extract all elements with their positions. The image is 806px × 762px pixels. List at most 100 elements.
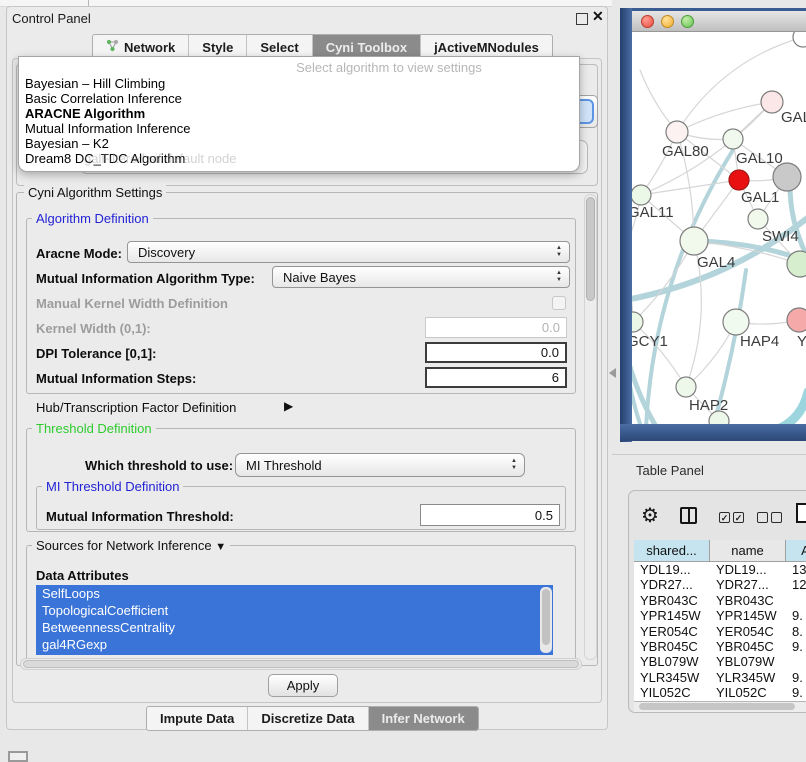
mi-type-select[interactable]: Naive Bayes ▲▼: [272, 266, 570, 288]
tab-discretize-data[interactable]: Discretize Data: [247, 707, 367, 730]
tab-label: Cyni Toolbox: [326, 40, 407, 55]
network-node-gal1[interactable]: [729, 170, 749, 190]
zoom-window-icon[interactable]: [681, 15, 694, 28]
mi-steps-label: Mutual Information Steps:: [36, 371, 196, 386]
minimized-panel-icon[interactable]: [8, 751, 28, 762]
table-cell: YBR043C: [634, 593, 710, 608]
network-node-edge-top[interactable]: [793, 32, 806, 47]
network-node-pink-right[interactable]: [787, 308, 806, 332]
float-panel-icon[interactable]: [576, 13, 588, 25]
network-node-gal4[interactable]: [680, 227, 708, 255]
table-row[interactable]: YPR145WYPR145W9.: [634, 608, 806, 623]
manual-kernel-checkbox[interactable]: [552, 296, 566, 310]
table-row[interactable]: YER054CYER054C8.: [634, 624, 806, 639]
network-node-gcy1[interactable]: [632, 312, 643, 332]
checkbox-unchecked-icon: [771, 512, 782, 523]
network-node-hap4[interactable]: [723, 309, 749, 335]
table-row[interactable]: YIL052CYIL052C9.: [634, 685, 806, 700]
dropdown-item-aracne-algorithm[interactable]: ARACNE Algorithm: [23, 106, 575, 121]
network-window-titlebar[interactable]: [632, 11, 806, 32]
algorithm-dropdown-placeholder: Select algorithm to view settings: [179, 60, 599, 75]
mi-steps-field[interactable]: 6: [425, 367, 567, 388]
table-cell: YLR345W: [634, 670, 710, 685]
dropdown-item-mutual-information-inference[interactable]: Mutual Information Inference: [23, 121, 575, 136]
stepper-arrows-icon: ▲▼: [556, 245, 562, 259]
table-cell: YIL052C: [710, 685, 786, 700]
algorithm-definition-title: Algorithm Definition: [32, 211, 153, 226]
network-node-gal10[interactable]: [723, 129, 743, 149]
table-cell: YBR045C: [710, 639, 786, 654]
network-node-hap2[interactable]: [676, 377, 696, 397]
expand-right-icon[interactable]: ▶: [284, 399, 293, 413]
dpi-tolerance-field[interactable]: 0.0: [425, 342, 567, 363]
mi-type-value: Naive Bayes: [283, 270, 356, 285]
ghost-combo-text: galFiltered.sif default node: [84, 151, 236, 166]
table-horizontal-scrollbar-thumb[interactable]: [639, 703, 795, 710]
kernel-width-field[interactable]: 0.0: [425, 317, 567, 338]
dropdown-item-basic-correlation-inference[interactable]: Basic Correlation Inference: [23, 91, 575, 106]
apply-button[interactable]: Apply: [268, 674, 338, 697]
node-label-pink-right: Y: [797, 333, 806, 350]
attributes-list-scrollbar-thumb[interactable]: [542, 589, 550, 645]
collapse-down-icon[interactable]: ▼: [215, 541, 226, 553]
network-node-gal11[interactable]: [632, 185, 651, 205]
close-window-icon[interactable]: [641, 15, 654, 28]
table-cell: YDL19...: [710, 562, 786, 577]
tab-impute-data[interactable]: Impute Data: [147, 707, 247, 730]
mi-type-label: Mutual Information Algorithm Type:: [36, 271, 255, 286]
node-label-gal80: GAL80: [662, 143, 709, 160]
split-columns-icon[interactable]: [680, 507, 697, 524]
settings-horizontal-scrollbar-thumb[interactable]: [23, 660, 579, 668]
node-label-hap4: HAP4: [740, 333, 779, 350]
settings-vertical-scrollbar-thumb[interactable]: [586, 197, 595, 301]
table-cell: YPR145W: [710, 608, 786, 623]
hub-definition-label: Hub/Transcription Factor Definition: [36, 400, 236, 415]
sources-title: Sources for Network Inference ▼: [32, 538, 230, 553]
network-node-gray-node[interactable]: [773, 163, 801, 191]
network-graph: GALGAL80GAL10GAL1GAL11SWI4GAL4GCY1HAP4YH…: [632, 32, 806, 424]
checked-pair-icon[interactable]: ✓ ✓: [719, 512, 744, 523]
column-header-a[interactable]: A: [786, 540, 806, 561]
aracne-mode-select[interactable]: Discovery ▲▼: [127, 241, 570, 263]
table-cell: YER054C: [634, 624, 710, 639]
column-header-shared[interactable]: shared...: [634, 540, 710, 561]
network-node-gal-partial[interactable]: [761, 91, 783, 113]
gear-icon[interactable]: ⚙: [641, 503, 659, 528]
table-cell: YDL19...: [634, 562, 710, 577]
tab-label: Style: [202, 40, 233, 55]
attribute-item-topologicalcoefficient[interactable]: TopologicalCoefficient: [36, 602, 553, 619]
document-icon[interactable]: [796, 503, 806, 523]
dropdown-item-bayesian-hill-climbing[interactable]: Bayesian – Hill Climbing: [23, 76, 575, 91]
tab-infer-network[interactable]: Infer Network: [368, 707, 478, 730]
table-cell: YBR045C: [634, 639, 710, 654]
network-node-gal80[interactable]: [666, 121, 688, 143]
attribute-item-betweennesscentrality[interactable]: BetweennessCentrality: [36, 619, 553, 636]
bottom-tab-bar: Impute DataDiscretize DataInfer Network: [146, 706, 479, 731]
data-attributes-label: Data Attributes: [36, 568, 129, 583]
table-row[interactable]: YLR345WYLR345W9.: [634, 670, 806, 685]
which-threshold-select[interactable]: MI Threshold ▲▼: [235, 453, 525, 477]
table-row[interactable]: YBR043CYBR043C: [634, 593, 806, 608]
table-cell: 9.: [786, 608, 806, 623]
table-cell: YDR27...: [710, 577, 786, 592]
attribute-item-gal4rgexp[interactable]: gal4RGexp: [36, 636, 553, 653]
network-node-swi4[interactable]: [748, 209, 768, 229]
table-panel-separator: [612, 454, 806, 455]
network-edge[interactable]: [770, 392, 806, 424]
close-panel-icon[interactable]: ✕: [592, 8, 604, 25]
split-pane-collapse-icon[interactable]: [609, 368, 616, 378]
unchecked-pair-icon[interactable]: [757, 512, 782, 523]
table-row[interactable]: YBR045CYBR045C9.: [634, 639, 806, 654]
column-header-name[interactable]: name: [710, 540, 786, 561]
tab-label: Select: [260, 40, 298, 55]
table-row[interactable]: YBL079WYBL079W: [634, 654, 806, 669]
table-row[interactable]: YDL19...YDL19...13: [634, 562, 806, 577]
mi-threshold-field[interactable]: 0.5: [420, 504, 560, 526]
attribute-item-selfloops[interactable]: SelfLoops: [36, 585, 553, 602]
table-cell: YDR27...: [634, 577, 710, 592]
minimize-window-icon[interactable]: [661, 15, 674, 28]
table-cell: YER054C: [710, 624, 786, 639]
table-row[interactable]: YDR27...YDR27...12: [634, 577, 806, 592]
node-label-swi4: SWI4: [762, 228, 799, 245]
dropdown-item-bayesian-k2[interactable]: Bayesian – K2: [23, 136, 575, 151]
